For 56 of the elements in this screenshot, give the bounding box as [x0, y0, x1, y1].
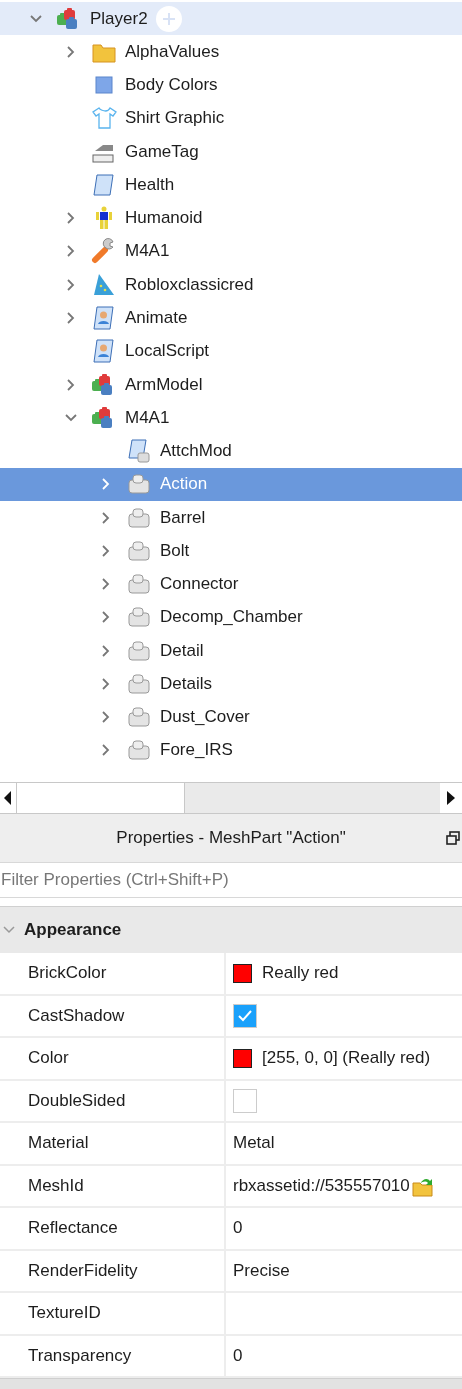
property-name: Reflectance	[28, 1218, 118, 1239]
property-value: rbxassetid://535557010	[233, 1175, 410, 1196]
color-swatch[interactable]	[233, 1048, 252, 1068]
tree-item[interactable]: Decomp_Chamber	[0, 600, 462, 635]
color-swatch[interactable]	[233, 963, 252, 983]
tree-item[interactable]: Dust_Cover	[0, 700, 462, 734]
scrollbar-thumb[interactable]	[16, 783, 185, 813]
script-person-icon	[91, 305, 117, 331]
category-title: Appearance	[24, 920, 122, 940]
scroll-icon	[91, 171, 117, 198]
panel-title: Properties - MeshPart "Action"	[116, 828, 346, 848]
property-name: Transparency	[28, 1345, 132, 1366]
property-name: Material	[28, 1133, 89, 1154]
tree-item[interactable]: Detail	[0, 634, 462, 668]
property-name: BrickColor	[28, 963, 107, 984]
property-value: 0	[233, 1218, 243, 1239]
tree-item[interactable]: Connector	[0, 567, 462, 601]
shirt-icon	[91, 105, 117, 132]
tree-item[interactable]: Bolt	[0, 534, 462, 568]
property-name: Color	[28, 1048, 69, 1069]
category-header[interactable]: Appearance	[0, 907, 462, 953]
property-value: Really red	[262, 963, 339, 984]
property-value: 0	[233, 1345, 243, 1366]
tree-item[interactable]: Shirt Graphic	[0, 101, 462, 136]
tree-item[interactable]: Humanoid	[0, 201, 462, 235]
checkbox[interactable]	[233, 1003, 257, 1028]
script-person-icon	[91, 338, 117, 365]
property-name: CastShadow	[28, 1005, 125, 1026]
property-value: Precise	[233, 1260, 290, 1281]
tree-item[interactable]: M4A1	[0, 234, 462, 269]
property-value: Metal	[233, 1133, 275, 1154]
property-name: TextureID	[28, 1303, 101, 1324]
tree-item[interactable]: AlphaValues	[0, 35, 462, 69]
tree-item[interactable]: LocalScript	[0, 334, 462, 368]
tree-item[interactable]: Body Colors	[0, 68, 462, 102]
tree-item[interactable]: Robloxclassicred	[0, 268, 462, 302]
wrench-icon	[91, 238, 117, 265]
module-script-icon	[126, 438, 152, 465]
property-value: [255, 0, 0] (Really red)	[262, 1048, 431, 1069]
tree-item[interactable]: Fore_IRS	[0, 733, 462, 768]
restore-icon[interactable]	[446, 831, 460, 845]
property-name: RenderFidelity	[28, 1260, 138, 1281]
tree-item[interactable]: Player2	[0, 2, 462, 36]
tree-item[interactable]: AttchMod	[0, 434, 462, 468]
property-name: DoubleSided	[28, 1090, 126, 1111]
tree-item[interactable]: Barrel	[0, 501, 462, 535]
tree-item[interactable]: Details	[0, 667, 462, 701]
tree-item[interactable]: Health	[0, 168, 462, 202]
tree-item[interactable]: GameTag	[0, 135, 462, 169]
property-name: MeshId	[28, 1175, 84, 1196]
tree-item[interactable]: ArmModel	[0, 367, 462, 402]
scroll-left-icon[interactable]	[4, 791, 12, 805]
tree-item[interactable]: M4A1	[0, 401, 462, 435]
checkbox[interactable]	[233, 1088, 257, 1113]
tree-item[interactable]: Animate	[0, 301, 462, 335]
scroll-right-icon[interactable]	[447, 791, 455, 805]
